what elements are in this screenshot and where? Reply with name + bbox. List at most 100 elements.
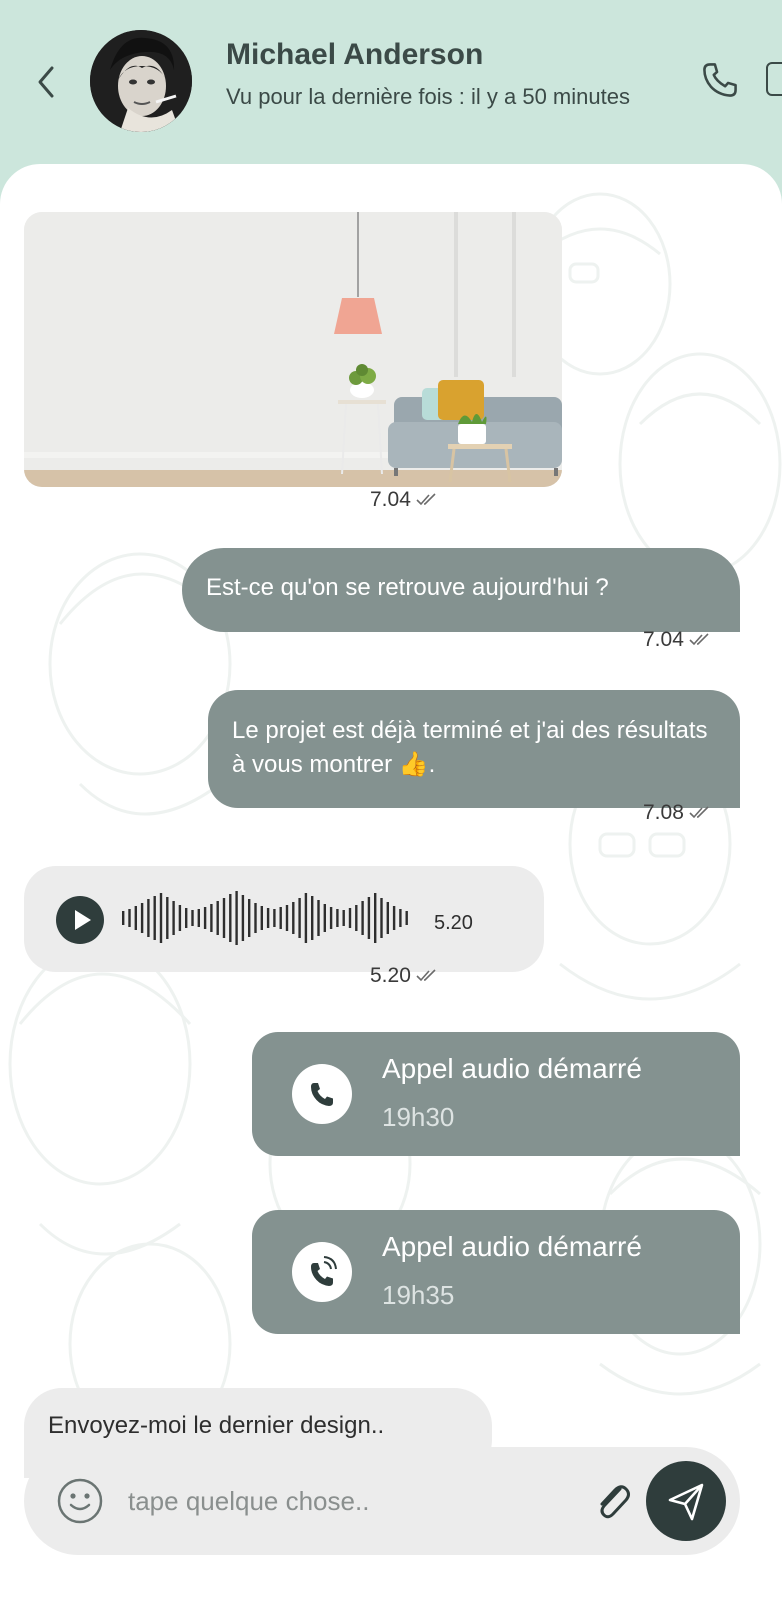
waveform-bar xyxy=(386,902,389,934)
waveform-bar xyxy=(203,907,207,929)
call-title: Appel audio démarré xyxy=(382,1053,642,1084)
message-composer xyxy=(24,1447,740,1555)
waveform-bar xyxy=(342,910,345,926)
avatar-photo xyxy=(90,30,192,132)
waveform-bar xyxy=(405,911,408,925)
waveform-bar xyxy=(304,893,308,943)
message-meta: 5.20 xyxy=(370,964,441,988)
double-check-icon xyxy=(416,969,436,982)
waveform-bar xyxy=(178,905,182,931)
waveform-bar xyxy=(222,898,226,938)
back-button[interactable] xyxy=(32,62,62,102)
waveform-bar xyxy=(229,894,232,942)
call-icon-badge xyxy=(292,1242,352,1302)
call-title: Appel audio démarré xyxy=(382,1231,642,1262)
waveform-bar xyxy=(235,891,238,945)
message-text-end: . xyxy=(428,751,436,778)
waveform-bar xyxy=(273,909,276,927)
waveform-bar xyxy=(311,896,314,940)
play-button[interactable] xyxy=(56,896,104,944)
waveform-bar xyxy=(292,902,295,934)
voice-message: 5.20 xyxy=(24,866,544,972)
send-icon xyxy=(668,1483,704,1521)
waveform-bar xyxy=(122,911,125,925)
audio-waveform[interactable] xyxy=(122,890,422,946)
waveform-bar xyxy=(323,904,326,932)
waveform-bar xyxy=(298,898,301,938)
back-icon xyxy=(38,66,54,98)
waveform-bar xyxy=(241,895,245,941)
waveform-bar xyxy=(367,897,371,939)
message-time: 7.04 xyxy=(370,488,411,511)
call-message[interactable]: Appel audio démarré 19h35 xyxy=(252,1210,740,1334)
waveform-bar xyxy=(380,898,383,938)
paperclip-icon xyxy=(600,1485,630,1519)
call-message[interactable]: Appel audio démarré 19h30 xyxy=(252,1032,740,1156)
waveform-bar xyxy=(153,896,156,940)
send-button[interactable] xyxy=(646,1461,726,1541)
living-room-photo xyxy=(24,212,562,487)
thumbs-up-emoji: 👍 xyxy=(398,751,429,778)
waveform-bar xyxy=(317,900,320,936)
avatar[interactable] xyxy=(90,30,192,132)
message-meta: 7.04 xyxy=(370,488,441,512)
waveform-bar xyxy=(147,899,150,937)
message-time: 7.04 xyxy=(643,628,684,651)
waveform-bar xyxy=(355,905,358,931)
last-seen-status: Vu pour la dernière fois : il y a 50 min… xyxy=(226,84,630,109)
contact-name: Michael Anderson xyxy=(226,38,484,71)
message-text: Est-ce qu'on se retrouve aujourd'hui ? xyxy=(206,574,609,601)
message-text: Le projet est déjà terminé et j'ai des r… xyxy=(232,717,708,778)
attach-button[interactable] xyxy=(590,1479,634,1523)
waveform-bar xyxy=(361,901,364,935)
message-meta: 7.08 xyxy=(643,801,714,825)
emoji-icon xyxy=(57,1478,103,1524)
waveform-bar xyxy=(140,903,144,933)
double-check-icon xyxy=(689,633,709,646)
waveform-bar xyxy=(285,905,289,931)
waveform-bar xyxy=(128,909,131,927)
waveform-bar xyxy=(254,903,257,933)
waveform-bar xyxy=(166,897,169,939)
image-message[interactable] xyxy=(24,212,562,487)
waveform-bar xyxy=(172,901,175,935)
outgoing-message[interactable]: Le projet est déjà terminé et j'ai des r… xyxy=(208,690,740,808)
message-time: 7.08 xyxy=(643,801,684,824)
chat-header: Michael Anderson Vu pour la dernière foi… xyxy=(0,0,782,170)
call-time: 19h35 xyxy=(382,1280,455,1310)
chat-area[interactable]: 7.04 Est-ce qu'on se retrouve aujourd'hu… xyxy=(0,164,782,1600)
waveform-bar xyxy=(216,901,219,935)
waveform-bar xyxy=(159,893,163,943)
double-check-icon xyxy=(689,806,709,819)
waveform-bar xyxy=(191,910,194,926)
voice-duration: 5.20 xyxy=(434,912,473,934)
emoji-button[interactable] xyxy=(56,1477,104,1525)
message-time: 5.20 xyxy=(370,964,411,987)
waveform-bar xyxy=(210,904,213,932)
double-check-icon xyxy=(416,493,436,506)
waveform-bar xyxy=(399,909,402,927)
waveform-bar xyxy=(260,906,263,930)
phone-icon xyxy=(703,63,737,97)
voice-call-button[interactable] xyxy=(698,58,742,102)
phone-ringing-icon xyxy=(311,1256,337,1286)
waveform-bar xyxy=(336,909,339,927)
waveform-bar xyxy=(374,893,377,943)
waveform-bar xyxy=(266,908,270,928)
message-meta: 7.04 xyxy=(643,628,714,652)
waveform-bar xyxy=(279,907,282,929)
message-input[interactable] xyxy=(128,1475,568,1527)
call-time: 19h30 xyxy=(382,1102,455,1132)
phone-icon xyxy=(311,1083,333,1106)
video-call-button[interactable] xyxy=(766,62,782,96)
waveform-bar xyxy=(392,906,396,930)
waveform-bar xyxy=(329,907,333,929)
waveform-bar xyxy=(134,906,137,930)
waveform-bar xyxy=(248,899,251,937)
outgoing-message[interactable]: Est-ce qu'on se retrouve aujourd'hui ? xyxy=(182,548,740,632)
message-text: Envoyez-moi le dernier design.. xyxy=(48,1412,385,1439)
waveform-bar xyxy=(197,909,200,927)
waveform-bar xyxy=(185,908,188,928)
waveform-bar xyxy=(348,908,352,928)
call-icon-badge xyxy=(292,1064,352,1124)
